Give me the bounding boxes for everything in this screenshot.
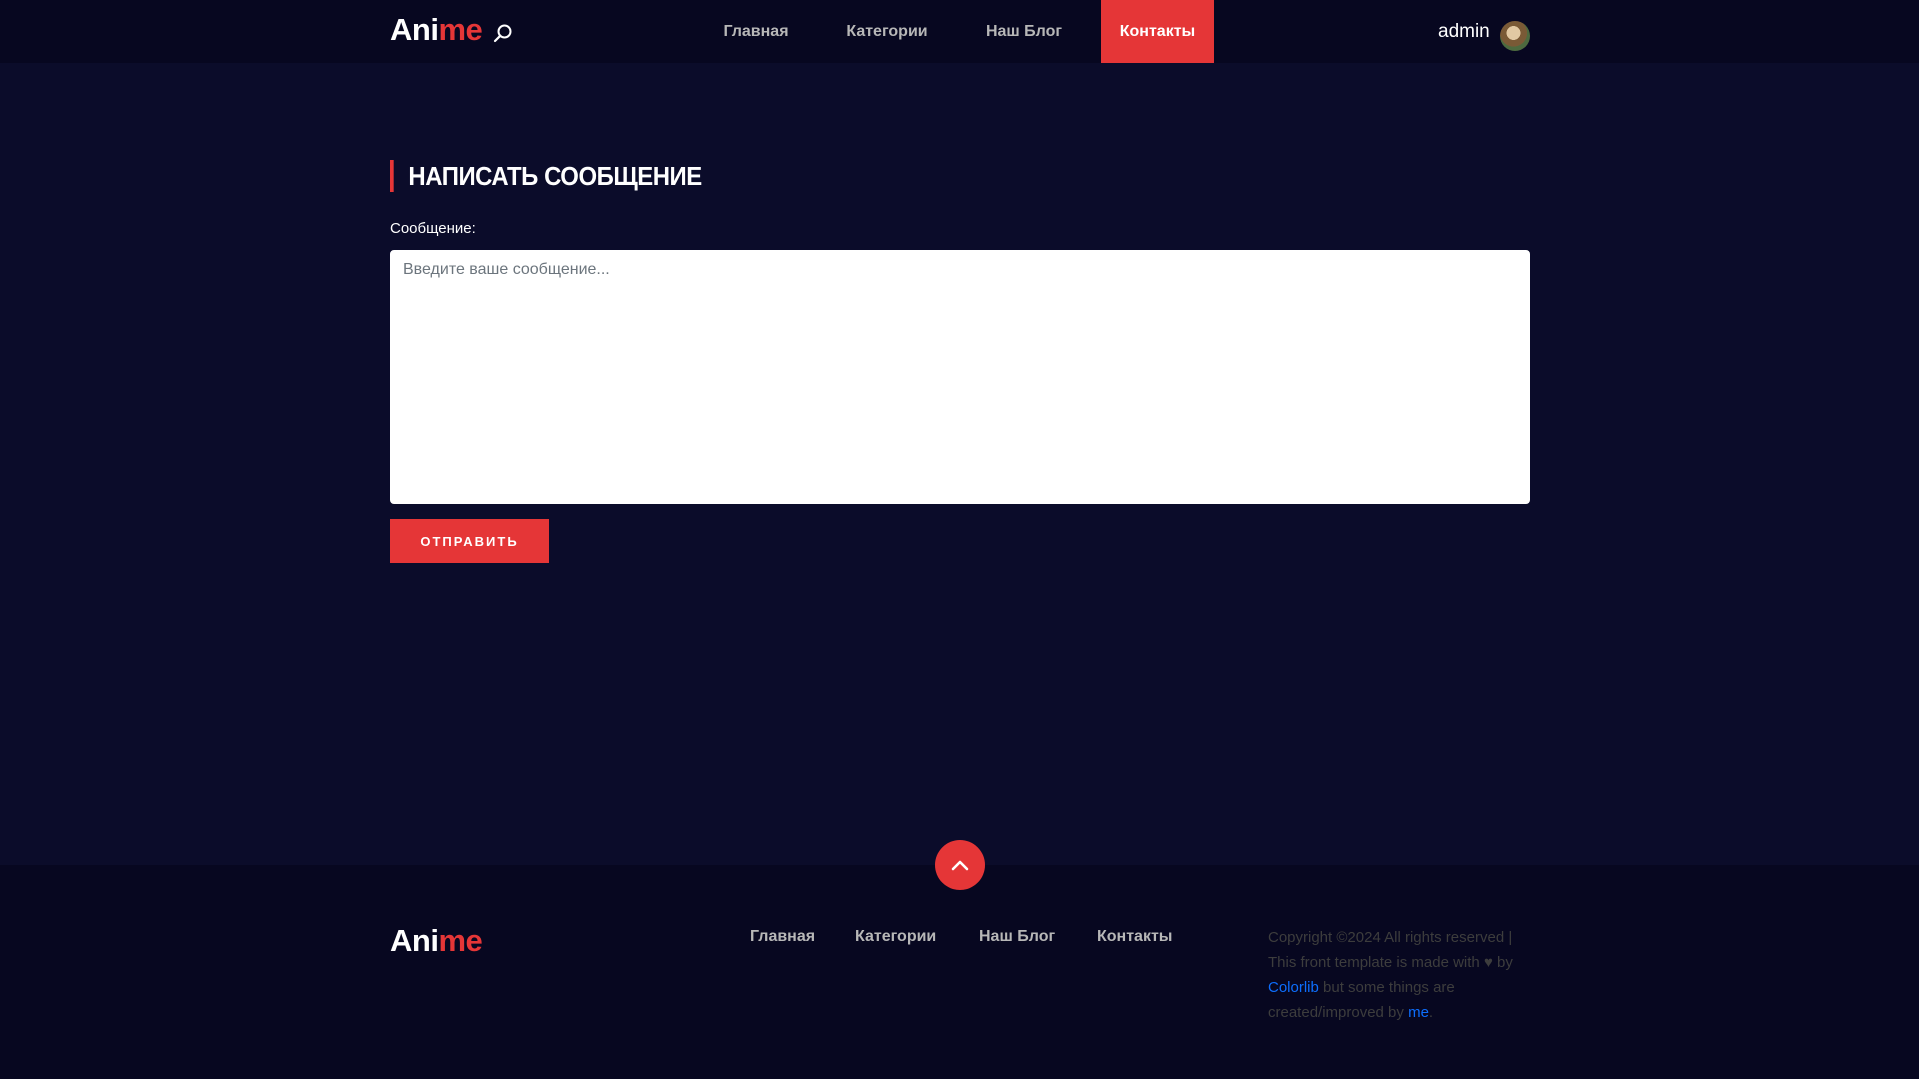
nav-item-blog[interactable]: Наш Блог [970,0,1078,63]
footer [0,865,1919,1079]
heart-icon: ♥ [1483,954,1493,971]
avatar[interactable] [1500,21,1530,51]
me-link[interactable]: me [1408,1004,1429,1021]
chevron-up-icon [951,860,969,871]
section-title: НАПИСАТЬ СООБЩЕНИЕ [390,160,702,192]
footer-nav-categories[interactable]: Категории [855,928,936,946]
footer-logo-part1: Ani [390,923,439,958]
copyright-text-1: Copyright ©2024 All rights reserved | Th… [1268,929,1513,971]
message-label: Сообщение: [390,220,476,237]
user-name[interactable]: admin [1438,21,1490,43]
scroll-top-button[interactable] [935,840,985,890]
footer-nav-contacts[interactable]: Контакты [1097,928,1172,946]
message-textarea[interactable] [390,250,1530,504]
nav-item-home[interactable]: Главная [706,0,806,63]
copyright-text-4: . [1428,1004,1434,1021]
copyright-text: Copyright ©2024 All rights reserved | Th… [1268,925,1538,1025]
footer-nav-home[interactable]: Главная [750,928,815,946]
main-nav: Главная Категории Наш Блог Контакты [0,0,1919,63]
header: Anime Главная Категории Наш Блог Контакт… [0,0,1919,63]
footer-nav-blog[interactable]: Наш Блог [979,928,1055,946]
copyright-text-2: by [1497,954,1513,971]
nav-item-contacts[interactable]: Контакты [1101,0,1214,63]
footer-logo-part2: me [438,923,483,958]
colorlib-link[interactable]: Colorlib [1268,979,1319,996]
submit-button[interactable]: ОТПРАВИТЬ [390,519,549,563]
nav-item-categories[interactable]: Категории [832,0,942,63]
footer-logo[interactable]: Anime [390,923,483,959]
